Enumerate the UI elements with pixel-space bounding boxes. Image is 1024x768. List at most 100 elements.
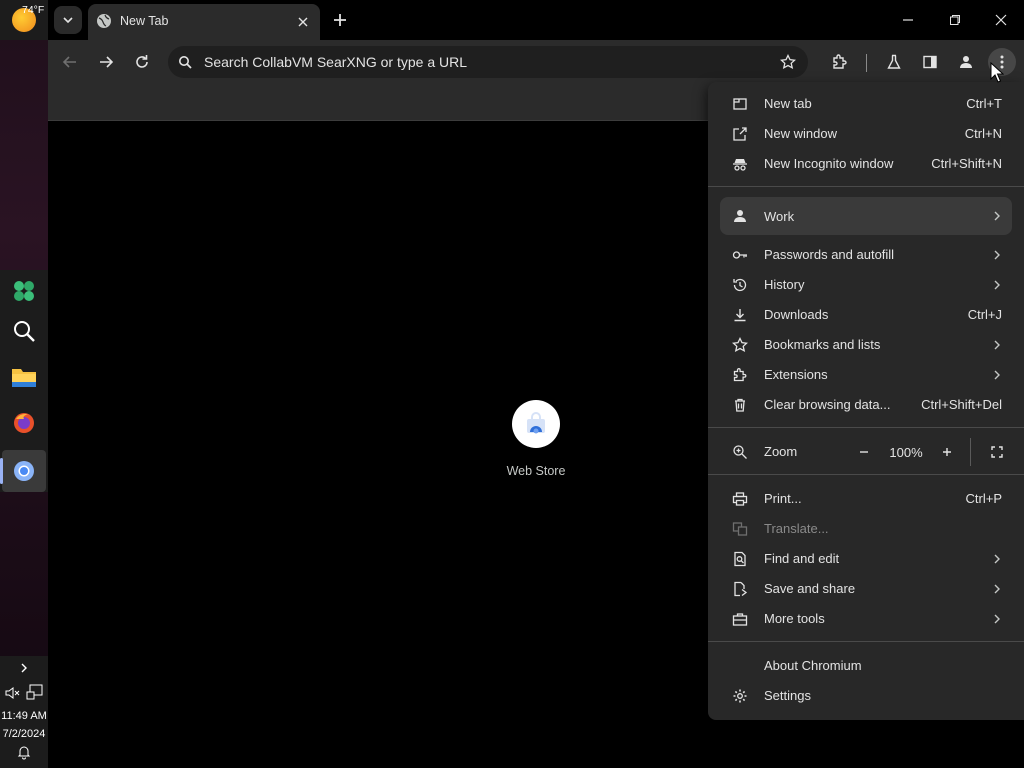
chevron-right-icon [990, 278, 1004, 292]
menu-item-more-tools[interactable]: More tools [708, 604, 1024, 634]
minus-icon [860, 451, 868, 453]
side-panel-icon [923, 55, 937, 69]
extensions-button[interactable] [826, 48, 854, 76]
minimize-icon[interactable] [894, 6, 922, 34]
chromium-button[interactable] [0, 450, 46, 492]
menu-item-find-and-edit[interactable]: Find and edit [708, 544, 1024, 574]
menu-item-shortcut: Ctrl+Shift+N [931, 156, 1002, 171]
web-store-icon [512, 400, 560, 448]
menu-item-label: Zoom [764, 444, 798, 459]
menu-item-new-incognito-window[interactable]: New Incognito window Ctrl+Shift+N [708, 149, 1024, 179]
plus-icon [943, 448, 951, 456]
firefox-button[interactable] [2, 402, 46, 444]
puzzle-icon [732, 367, 748, 383]
menu-separator [708, 186, 1024, 187]
chromium-app-menu: New tab Ctrl+T New window Ctrl+N New Inc… [708, 82, 1024, 720]
search-button[interactable] [2, 310, 46, 352]
zoom-out-button[interactable] [851, 439, 877, 465]
tab-new-tab[interactable]: New Tab [88, 4, 320, 40]
menu-item-shortcut: Ctrl+P [965, 491, 1002, 506]
menu-item-shortcut: Ctrl+J [967, 307, 1002, 322]
weather-widget[interactable]: 74°F [0, 0, 48, 40]
reload-button[interactable] [128, 48, 156, 76]
new-tab-plus-icon[interactable] [328, 8, 352, 32]
menu-item-bookmarks-lists[interactable]: Bookmarks and lists [708, 330, 1024, 360]
print-icon [732, 491, 748, 507]
translate-icon [732, 521, 748, 537]
menu-item-label: Settings [764, 688, 811, 703]
chevron-right-icon [990, 552, 1004, 566]
start-button[interactable] [2, 270, 46, 312]
shortcut-label: Web Store [506, 464, 566, 478]
profile-button[interactable] [952, 48, 980, 76]
find-icon [732, 551, 748, 567]
menu-separator [708, 474, 1024, 475]
menu-item-passwords-autofill[interactable]: Passwords and autofill [708, 240, 1024, 270]
menu-item-new-tab[interactable]: New tab Ctrl+T [708, 89, 1024, 119]
clock-date[interactable]: 7/2/2024 [0, 728, 48, 740]
chevron-right-icon [990, 209, 1004, 223]
close-window-icon[interactable] [987, 6, 1015, 34]
menu-item-label: Downloads [764, 307, 829, 322]
menu-item-downloads[interactable]: Downloads Ctrl+J [708, 300, 1024, 330]
fullscreen-button[interactable] [984, 439, 1010, 465]
bookmark-star-icon[interactable] [780, 54, 796, 70]
search-icon [178, 55, 192, 69]
tab-strip: New Tab [48, 0, 1024, 40]
side-panel-button[interactable] [916, 48, 944, 76]
menu-item-label: New tab [764, 96, 812, 111]
menu-item-settings[interactable]: Settings [708, 681, 1024, 711]
reload-icon [136, 55, 148, 68]
person-icon [960, 56, 972, 68]
download-icon [732, 307, 748, 323]
arrow-right-icon [100, 56, 114, 68]
menu-item-label: Passwords and autofill [764, 247, 895, 262]
menu-item-about-chromium[interactable]: About Chromium [708, 651, 1024, 681]
menu-item-new-window[interactable]: New window Ctrl+N [708, 119, 1024, 149]
close-tab-icon[interactable] [294, 13, 312, 31]
menu-item-profile-work[interactable]: Work [720, 197, 1012, 235]
mouse-cursor-icon [990, 62, 1004, 84]
chevron-right-icon[interactable] [17, 661, 31, 675]
menu-item-label: New window [764, 126, 837, 141]
weather-temperature: 74°F [22, 4, 45, 16]
zoom-divider [970, 438, 971, 466]
file-explorer-button[interactable] [2, 356, 46, 398]
chevron-right-icon [990, 338, 1004, 352]
shortcut-tile-web-store[interactable]: Web Store [496, 400, 576, 490]
flask-icon [887, 54, 901, 69]
menu-item-label: Clear browsing data... [764, 397, 891, 412]
globe-icon [96, 13, 112, 29]
save-share-icon [732, 581, 748, 597]
clock-time[interactable]: 11:49 AM [0, 710, 48, 722]
omnibox[interactable]: Search CollabVM SearXNG or type a URL [168, 46, 808, 78]
menu-item-label: Extensions [764, 367, 828, 382]
menu-item-print[interactable]: Print... Ctrl+P [708, 484, 1024, 514]
zoom-in-button[interactable] [934, 439, 960, 465]
volume-muted-icon[interactable] [4, 685, 20, 701]
tab-search-button[interactable] [54, 6, 82, 34]
restore-icon[interactable] [941, 6, 969, 34]
incognito-icon [732, 156, 748, 172]
star-icon [732, 337, 748, 353]
chevron-right-icon [990, 248, 1004, 262]
menu-separator [708, 641, 1024, 642]
omnibox-placeholder: Search CollabVM SearXNG or type a URL [204, 54, 467, 70]
fullscreen-icon [991, 446, 1003, 458]
menu-item-save-and-share[interactable]: Save and share [708, 574, 1024, 604]
menu-item-extensions[interactable]: Extensions [708, 360, 1024, 390]
forward-button[interactable] [92, 48, 120, 76]
clover-logo-icon [14, 281, 34, 301]
network-icon[interactable] [26, 683, 44, 701]
system-tray: 11:49 AM 7/2/2024 [0, 656, 48, 768]
puzzle-icon [833, 54, 847, 69]
labs-button[interactable] [880, 48, 908, 76]
menu-item-label: Work [764, 209, 795, 224]
zoom-icon [732, 444, 748, 460]
notification-bell-icon[interactable] [16, 744, 32, 760]
chevron-right-icon [990, 612, 1004, 626]
menu-item-label: Print... [764, 491, 802, 506]
menu-item-history[interactable]: History [708, 270, 1024, 300]
back-button[interactable] [56, 48, 84, 76]
menu-item-clear-browsing-data[interactable]: Clear browsing data... Ctrl+Shift+Del [708, 390, 1024, 420]
